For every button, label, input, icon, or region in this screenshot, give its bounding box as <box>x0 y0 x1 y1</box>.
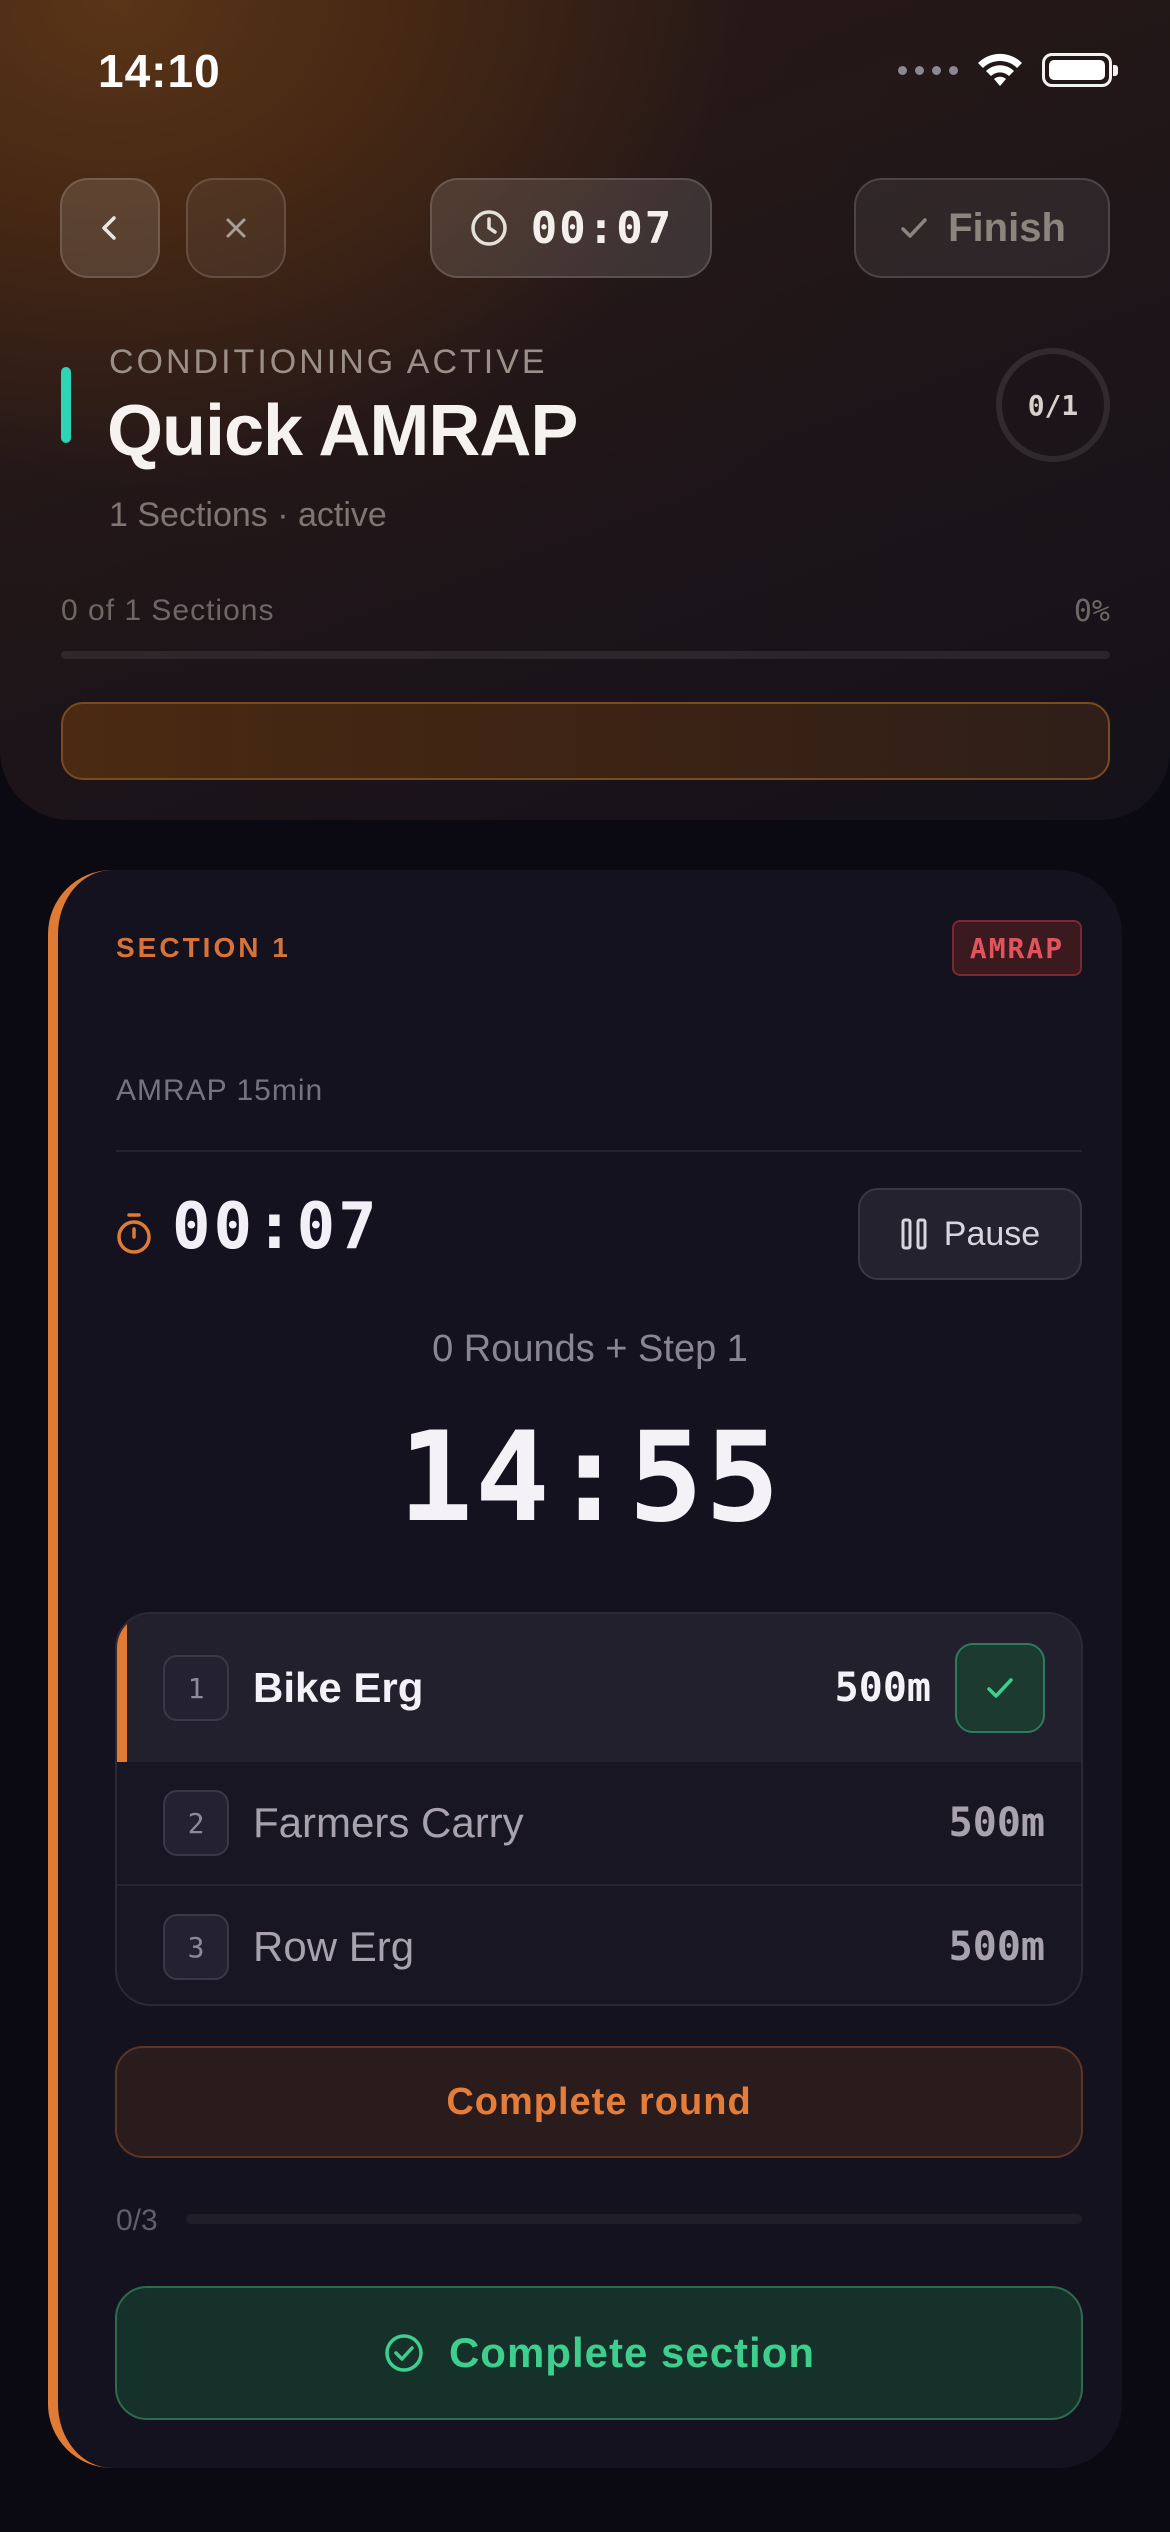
rounds-status: 0 Rounds + Step 1 <box>432 1328 748 1370</box>
close-button[interactable] <box>186 178 286 278</box>
exercise-number: 3 <box>163 1914 229 1980</box>
active-row-indicator <box>117 1614 127 1762</box>
exercise-value: 500m <box>834 1665 931 1711</box>
pause-button[interactable]: Pause <box>858 1188 1082 1280</box>
close-icon <box>226 218 246 238</box>
section-card: SECTION 1 AMRAP AMRAP 15min 00:07 Pause … <box>48 870 1122 2468</box>
section-type-badge: AMRAP <box>952 920 1082 976</box>
status-accent-bar <box>61 367 71 443</box>
exercise-name: Row Erg <box>253 1923 415 1970</box>
status-time: 14:10 <box>98 45 221 97</box>
workout-timer-value: 00:07 <box>530 202 674 254</box>
sections-progress-percent: 0% <box>1073 594 1110 629</box>
check-icon <box>987 1678 1013 1698</box>
pause-label: Pause <box>943 1214 1041 1253</box>
sections-progress-label: 0 of 1 Sections <box>61 594 275 627</box>
pause-icon <box>901 1218 927 1250</box>
complete-round-label: Complete round <box>446 2080 752 2123</box>
signal-dots-icon <box>898 65 958 75</box>
stopwatch-icon <box>117 1213 151 1254</box>
workout-meta: 1 Sections · active <box>109 496 387 534</box>
exercise-list: 1 Bike Erg 500m 2 Farmers Carry 500m 3 R… <box>115 1612 1083 2006</box>
remaining-time: 14:55 <box>398 1406 782 1550</box>
complete-step-button[interactable] <box>955 1643 1045 1733</box>
exercise-name: Farmers Carry <box>253 1799 524 1846</box>
complete-round-button[interactable]: Complete round <box>115 2046 1083 2158</box>
round-progress-bar <box>186 2214 1082 2224</box>
round-progress-label: 0/3 <box>116 2204 158 2237</box>
check-circle-icon <box>385 2334 423 2372</box>
clock-icon <box>471 210 507 246</box>
exercise-row-bike-erg[interactable]: 1 Bike Erg 500m <box>117 1614 1081 1762</box>
workout-header: 14:10 00:07 Finish CONDITIONING ACTIVE Q… <box>0 0 1170 820</box>
wifi-icon <box>978 53 1022 86</box>
page-title: Quick AMRAP <box>107 391 578 471</box>
sections-progress-ring: 0/1 <box>996 348 1110 462</box>
complete-section-button[interactable]: Complete section <box>115 2286 1083 2420</box>
ring-text: 0/1 <box>1027 388 1079 422</box>
active-section-banner[interactable] <box>61 702 1110 780</box>
workout-timer[interactable]: 00:07 <box>430 178 712 278</box>
workout-type-label: CONDITIONING ACTIVE <box>109 343 548 381</box>
section-label: SECTION 1 <box>116 932 291 963</box>
check-icon <box>901 218 927 238</box>
status-icons <box>898 52 1118 88</box>
exercise-row-row-erg[interactable]: 3 Row Erg 500m <box>117 1886 1081 2004</box>
battery-icon <box>1042 53 1118 87</box>
elapsed-time: 00:07 <box>172 1190 380 1264</box>
finish-label: Finish <box>948 205 1066 250</box>
chevron-left-icon <box>102 216 116 240</box>
exercise-name: Bike Erg <box>253 1664 424 1711</box>
exercise-number: 1 <box>163 1655 229 1721</box>
section-description: AMRAP 15min <box>116 1074 324 1107</box>
exercise-row-farmers-carry[interactable]: 2 Farmers Carry 500m <box>117 1762 1081 1884</box>
exercise-number: 2 <box>163 1790 229 1856</box>
finish-button[interactable]: Finish <box>854 178 1110 278</box>
complete-section-label: Complete section <box>448 2329 816 2376</box>
sections-progress-bar <box>61 651 1110 659</box>
exercise-value: 500m <box>948 1924 1045 1970</box>
divider <box>116 1150 1082 1152</box>
back-button[interactable] <box>60 178 160 278</box>
exercise-value: 500m <box>948 1800 1045 1846</box>
